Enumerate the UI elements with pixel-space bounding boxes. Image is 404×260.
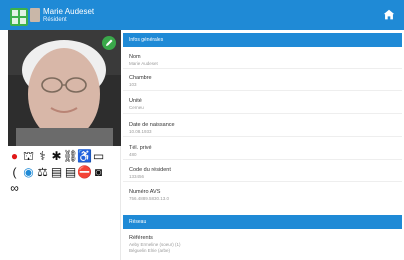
section-reseau: Réseau bbox=[123, 215, 402, 229]
field-numero-avs: Numéro AVS 756.4889.5830.13.0 bbox=[129, 189, 170, 201]
denture-icon[interactable]: ▭ bbox=[92, 149, 105, 163]
document-icon[interactable]: ▤ bbox=[50, 165, 63, 179]
walker-icon[interactable]: ⛓ bbox=[63, 149, 78, 163]
field-code-resident: Code du résident 133456 bbox=[129, 167, 171, 179]
field-nom: Nom Marie Audeset bbox=[129, 54, 158, 66]
divider bbox=[123, 181, 402, 182]
field-tel-prive: Tél. privé 480 bbox=[129, 145, 152, 157]
details-panel: Infos générales Nom Marie Audeset Chambr… bbox=[121, 33, 404, 260]
field-date-naissance: Date de naissance 10.08.1933 bbox=[129, 122, 175, 134]
resident-avatar[interactable] bbox=[30, 8, 40, 22]
bed-icon[interactable]: ⛫ bbox=[22, 149, 35, 163]
top-bar: Marie Audeset Résident bbox=[0, 0, 404, 30]
no-entry-icon[interactable]: ⛔ bbox=[77, 165, 92, 179]
app-logo-icon bbox=[10, 8, 28, 26]
field-unite: Unité Cerneu bbox=[129, 98, 144, 110]
care-icons: ● ⛫ ⚕ ✱ ⛓ ♿ ▭ ( ◉ ⚖ ▤ ▤ ⛔ ◙ ∞ bbox=[8, 148, 121, 196]
divider bbox=[123, 159, 402, 160]
blood-drop-icon[interactable]: ● bbox=[8, 149, 21, 163]
divider bbox=[123, 113, 402, 114]
glasses-icon[interactable]: ∞ bbox=[8, 181, 21, 195]
resident-role: Résident bbox=[43, 17, 67, 23]
meal-icon[interactable]: ◉ bbox=[22, 165, 35, 179]
divider bbox=[123, 68, 402, 69]
scale-icon[interactable]: ⚖ bbox=[36, 165, 49, 179]
divider bbox=[123, 90, 402, 91]
wheelchair-icon[interactable]: ♿ bbox=[77, 149, 92, 163]
left-panel: ● ⛫ ⚕ ✱ ⛓ ♿ ▭ ( ◉ ⚖ ▤ ▤ ⛔ ◙ ∞ bbox=[8, 30, 121, 260]
field-chambre: Chambre 103 bbox=[129, 75, 152, 87]
hearing-aid-icon[interactable]: ( bbox=[8, 165, 21, 179]
camera-icon[interactable]: ◙ bbox=[92, 165, 105, 179]
home-icon[interactable] bbox=[382, 8, 396, 22]
edit-photo-button[interactable] bbox=[102, 36, 116, 50]
mobility-icon[interactable]: ✱ bbox=[50, 149, 63, 163]
resident-name: Marie Audeset bbox=[43, 7, 95, 16]
document-icon[interactable]: ▤ bbox=[64, 165, 77, 179]
section-infos-generales: Infos générales bbox=[123, 33, 402, 47]
stethoscope-icon[interactable]: ⚕ bbox=[36, 149, 49, 163]
divider bbox=[123, 136, 402, 137]
field-referents: Référents Aeby Ermeline (soeur) (1) Bégu… bbox=[129, 235, 181, 253]
